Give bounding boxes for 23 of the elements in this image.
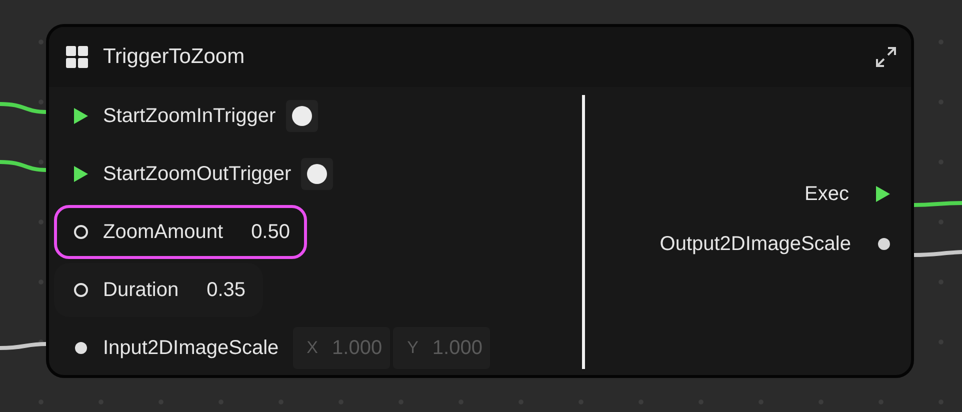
pin-icon[interactable] <box>73 224 89 240</box>
pin-icon[interactable] <box>73 282 89 298</box>
pin-label: Exec <box>804 182 849 206</box>
pin-value[interactable]: 0.35 <box>206 278 246 302</box>
pin-label: StartZoomInTrigger <box>103 104 276 128</box>
exec-pin-icon[interactable] <box>875 185 891 203</box>
pin-icon[interactable] <box>73 340 89 356</box>
trigger-button[interactable] <box>301 158 334 190</box>
selected-pin-row[interactable]: ZoomAmount 0.50 <box>54 205 307 259</box>
expand-icon[interactable] <box>875 46 897 68</box>
pin-label: Output2DImageScale <box>660 232 851 256</box>
pin-icon[interactable] <box>877 237 891 251</box>
exec-pin-icon[interactable] <box>73 107 89 125</box>
pin-value[interactable]: 0.50 <box>251 220 290 244</box>
node-card[interactable]: TriggerToZoom StartZoomInTrigger StartZoomOutTrigger ZoomAmount 0.50 Duration 0.35 Input2DImageScale X 1.000 Y 1.000 Exec Output2DImageScale <box>46 24 914 378</box>
trigger-button[interactable] <box>286 100 318 132</box>
pin-label: ZoomAmount <box>103 220 224 244</box>
node-title: TriggerToZoom <box>103 45 245 69</box>
pin-label: Input2DImageScale <box>103 336 279 360</box>
grid-icon <box>65 45 89 69</box>
exec-pin-icon[interactable] <box>73 165 89 183</box>
pin-label: StartZoomOutTrigger <box>103 162 292 186</box>
pin-label: Duration <box>103 278 179 302</box>
